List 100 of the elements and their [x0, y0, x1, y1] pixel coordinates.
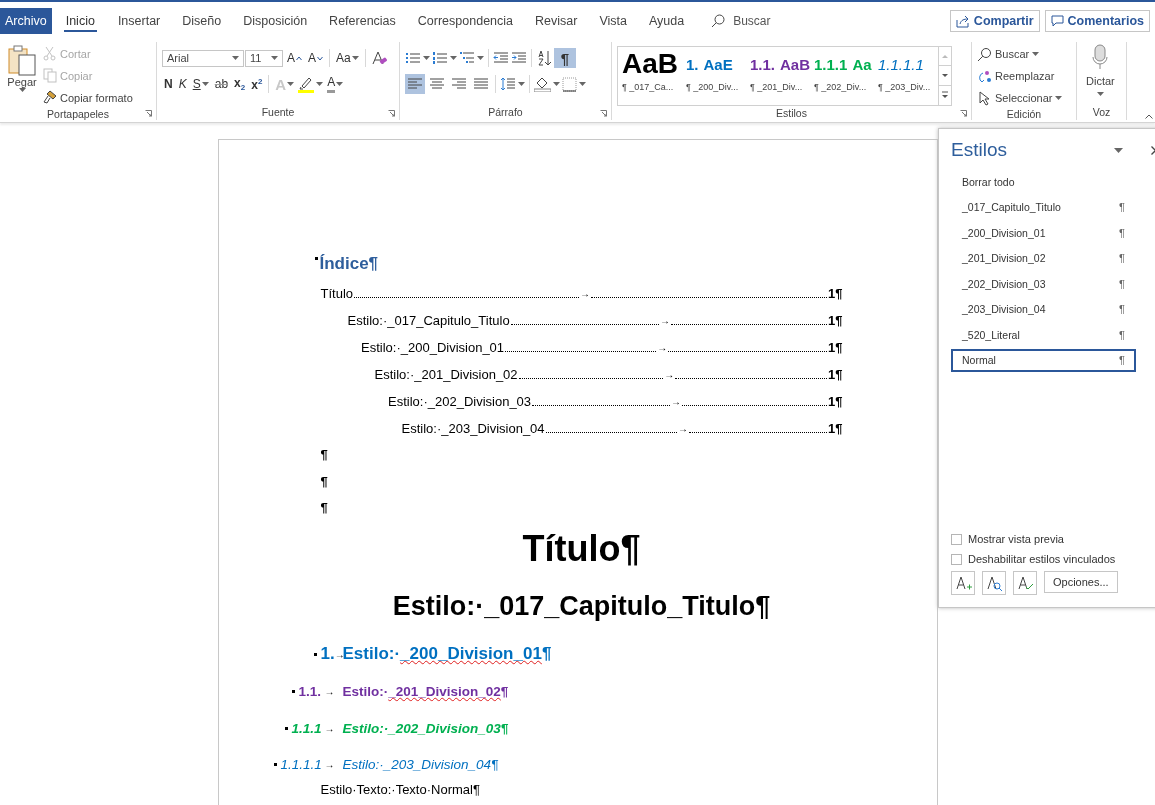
- checkbox[interactable]: [951, 553, 962, 565]
- tab-mark: →: [579, 288, 590, 299]
- collapse-ribbon-icon[interactable]: [1145, 114, 1153, 119]
- style-gallery-item[interactable]: 1.1.1.1 ¶ _203_Div...: [874, 47, 938, 105]
- line-spacing-icon[interactable]: [500, 77, 516, 91]
- caret-icon: [1055, 96, 1063, 100]
- style-gallery[interactable]: AaB ¶ _017_Ca... 1. AaE ¶ _200_Div... 1.1. AaB ¶ _201_Div... 1.1.1 Aa ¶ _202_Div... 1.1.1.1 ¶ _203_Div...: [617, 46, 952, 106]
- caret-icon: [271, 56, 278, 60]
- dialog-launcher-icon[interactable]: [388, 110, 395, 117]
- search-field[interactable]: Buscar: [731, 13, 796, 29]
- grow-font-button[interactable]: A: [285, 48, 304, 68]
- tab-mark: →: [664, 369, 675, 380]
- subscript-button[interactable]: x$_{2}$: [232, 74, 248, 94]
- heading-text: Estilo:·_202_Division_03¶: [342, 720, 509, 736]
- font-color-button[interactable]: A: [325, 74, 346, 94]
- style-item[interactable]: Borrar todo: [951, 170, 1136, 193]
- caret-icon[interactable]: [423, 56, 430, 60]
- replace-button[interactable]: Reemplazar: [977, 66, 1063, 86]
- tab-mark: →: [657, 342, 668, 353]
- microphone-icon: [1092, 44, 1109, 70]
- caret-icon[interactable]: [1114, 147, 1123, 153]
- dictate-button[interactable]: Dictar: [1082, 42, 1119, 104]
- caret-icon[interactable]: [518, 82, 525, 86]
- checkbox-label: Mostrar vista previa: [968, 533, 1064, 545]
- style-item[interactable]: Normal ¶: [951, 348, 1136, 372]
- borders-icon[interactable]: [562, 76, 577, 92]
- caret-icon: [1032, 52, 1040, 56]
- ribbon-tab[interactable]: Referencias: [320, 8, 405, 34]
- bullet-list-icon[interactable]: [405, 51, 421, 65]
- style-item[interactable]: _200_Division_01 ¶: [951, 221, 1136, 244]
- page-number: 1¶: [828, 421, 843, 436]
- style-item[interactable]: _017_Capitulo_Titulo ¶: [951, 195, 1136, 219]
- toc-entry-text: Estilo:·_202_Division_03: [388, 394, 532, 409]
- decrease-indent-icon[interactable]: [493, 51, 509, 65]
- style-item[interactable]: _202_Division_03 ¶: [951, 272, 1136, 295]
- tab-mark: →: [324, 685, 335, 697]
- group-label: Estilos: [776, 107, 807, 119]
- manage-styles-icon[interactable]: [1013, 571, 1037, 595]
- dialog-launcher-icon[interactable]: [600, 110, 607, 117]
- heading-text: Estilo:·_201_Division_02¶: [342, 683, 509, 699]
- paint-bucket-icon[interactable]: [534, 76, 551, 92]
- format-painter-button[interactable]: Copiar formato: [43, 88, 133, 107]
- style-item[interactable]: _520_Literal ¶: [951, 323, 1136, 346]
- caret-icon[interactable]: [553, 82, 560, 86]
- superscript-button[interactable]: x$^{2}$: [249, 74, 265, 94]
- sort-icon[interactable]: [536, 50, 552, 66]
- underline-button[interactable]: S: [190, 74, 211, 94]
- style-gallery-item[interactable]: 1.1. AaB ¶ _201_Div...: [746, 47, 810, 105]
- ribbon-tab[interactable]: Ayuda: [639, 8, 694, 34]
- multilevel-list-icon[interactable]: [459, 51, 475, 65]
- increase-indent-icon[interactable]: [511, 51, 527, 65]
- page-number: 1¶: [828, 394, 843, 409]
- dialog-launcher-icon[interactable]: [145, 110, 152, 117]
- ribbon-tab[interactable]: Insertar: [108, 8, 170, 34]
- options-button[interactable]: Opciones...: [1044, 571, 1118, 593]
- toc-entry-text: Estilo:·_203_Division_04: [401, 421, 545, 436]
- change-case-button[interactable]: Aa: [334, 48, 361, 68]
- heading-number: 1.1.1.1: [280, 756, 322, 772]
- show-formatting-marks-button[interactable]: ¶: [554, 48, 576, 68]
- font-name-box[interactable]: Arial: [162, 49, 244, 67]
- new-style-icon[interactable]: [951, 571, 975, 595]
- checkbox[interactable]: [951, 533, 962, 545]
- style-inspector-icon[interactable]: [982, 571, 1006, 595]
- comments-button[interactable]: Comentarios: [1044, 10, 1150, 32]
- shrink-font-button[interactable]: A: [306, 48, 326, 68]
- paste-button[interactable]: Pegar: [5, 42, 39, 107]
- bold-button[interactable]: N: [162, 74, 175, 94]
- highlighter-icon[interactable]: [298, 75, 315, 93]
- tab-mark: →: [324, 722, 335, 734]
- select-button[interactable]: Seleccionar: [977, 88, 1063, 108]
- paragraph-mark: ¶: [320, 473, 328, 489]
- scissors-icon: [43, 46, 57, 61]
- copy-icon: [43, 68, 57, 83]
- share-button[interactable]: Compartir: [949, 10, 1040, 32]
- ribbon-tab[interactable]: Vista: [590, 8, 636, 34]
- caret-icon[interactable]: [450, 56, 457, 60]
- document-title: Título¶: [522, 527, 641, 569]
- italic-button[interactable]: K: [176, 74, 189, 94]
- clear-formatting-icon[interactable]: [369, 50, 388, 66]
- font-size-box[interactable]: 11: [245, 49, 283, 67]
- ribbon-tab[interactable]: Diseño: [173, 8, 231, 34]
- caret-icon[interactable]: [477, 56, 484, 60]
- caret-icon[interactable]: [316, 82, 324, 86]
- style-item[interactable]: _201_Division_02 ¶: [951, 246, 1136, 270]
- dialog-launcher-icon[interactable]: [960, 110, 967, 117]
- ribbon-tab[interactable]: Correspondencia: [408, 8, 522, 34]
- caret-icon[interactable]: [579, 82, 586, 86]
- find-button[interactable]: Buscar: [977, 44, 1063, 64]
- style-gallery-item[interactable]: 1.1.1 Aa ¶ _202_Div...: [810, 47, 874, 105]
- ribbon-tab[interactable]: Inicio: [63, 10, 97, 32]
- ribbon-tab[interactable]: Revisar: [526, 8, 587, 34]
- numbered-list-icon[interactable]: [432, 51, 448, 65]
- style-item[interactable]: _203_Division_04 ¶: [951, 297, 1136, 321]
- ribbon-tab[interactable]: Disposición: [234, 8, 317, 34]
- tab-mark: →: [324, 758, 335, 770]
- style-gallery-item[interactable]: AaB ¶ _017_Ca...: [618, 47, 682, 105]
- align-right-icon: [451, 77, 467, 91]
- style-gallery-item[interactable]: 1. AaE ¶ _200_Div...: [682, 47, 746, 105]
- paragraph-mark: ¶: [320, 447, 328, 462]
- ribbon-tab[interactable]: Archivo: [0, 8, 52, 34]
